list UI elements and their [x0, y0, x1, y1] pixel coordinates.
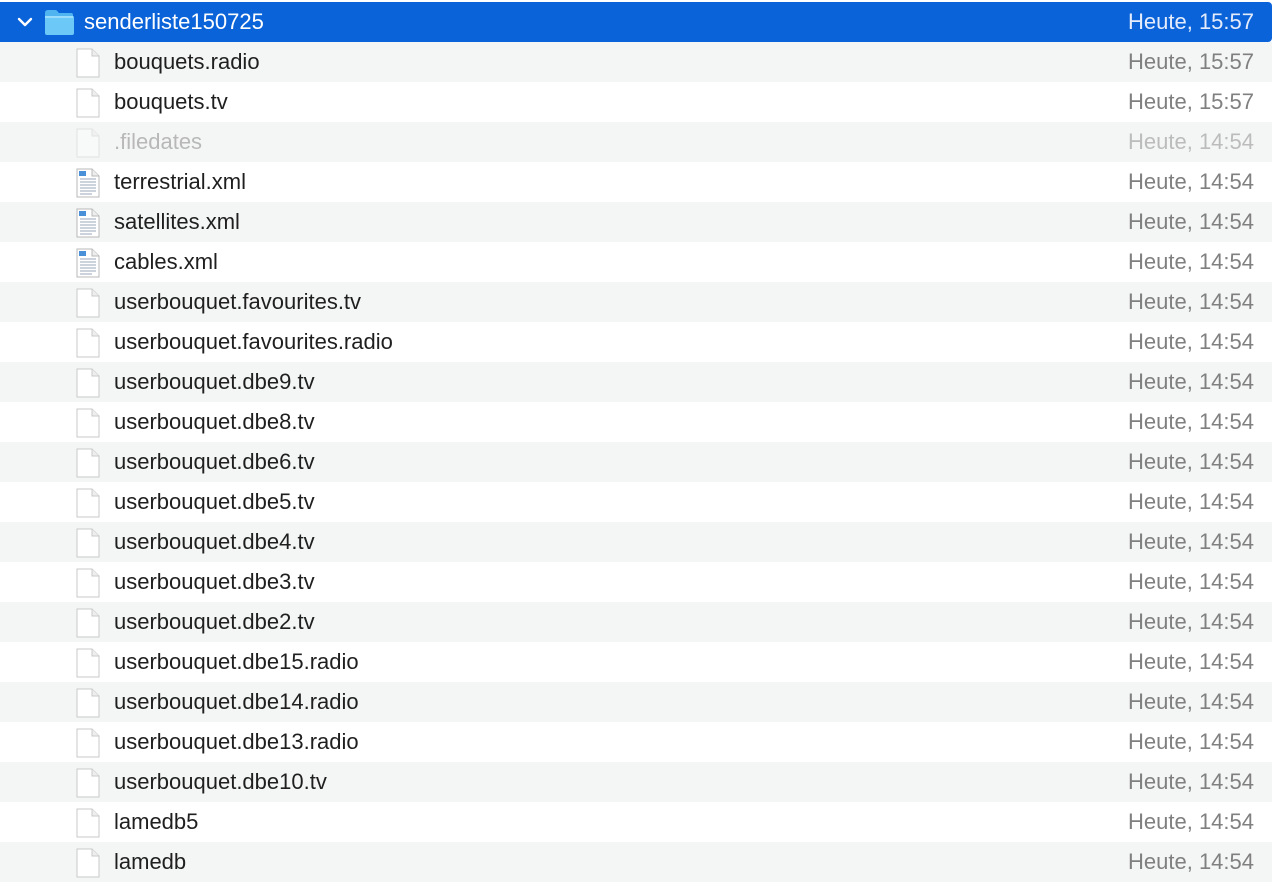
file-name: lamedb5: [114, 809, 199, 834]
file-date-modified: Heute, 14:54: [1128, 769, 1254, 794]
folder-icon: [43, 8, 75, 38]
file-row[interactable]: userbouquet.dbe4.tv Heute, 14:54: [0, 522, 1272, 562]
file-date-modified: Heute, 14:54: [1128, 329, 1254, 354]
generic-document-icon: [74, 848, 102, 878]
generic-document-icon: [74, 608, 102, 638]
file-name: userbouquet.dbe10.tv: [114, 769, 327, 794]
file-name: .filedates: [114, 129, 203, 154]
xml-document-icon: [74, 248, 102, 278]
file-date-modified: Heute, 14:54: [1128, 169, 1254, 194]
generic-document-icon: [74, 88, 102, 118]
file-date-modified: Heute, 14:54: [1128, 209, 1254, 234]
generic-document-icon: [74, 408, 102, 438]
file-row[interactable]: userbouquet.dbe9.tv Heute, 14:54: [0, 362, 1272, 402]
generic-document-icon: [74, 528, 102, 558]
file-row[interactable]: userbouquet.dbe6.tv Heute, 14:54: [0, 442, 1272, 482]
file-date-modified: Heute, 14:54: [1128, 729, 1254, 754]
file-name: satellites.xml: [114, 209, 240, 234]
generic-document-icon: [74, 808, 102, 838]
file-row[interactable]: userbouquet.favourites.radio Heute, 14:54: [0, 322, 1272, 362]
file-name: userbouquet.dbe14.radio: [114, 689, 359, 714]
file-row[interactable]: lamedb Heute, 14:54: [0, 842, 1272, 882]
file-name: userbouquet.dbe3.tv: [114, 569, 315, 594]
file-date-modified: Heute, 14:54: [1128, 609, 1254, 634]
file-row[interactable]: terrestrial.xml Heute, 14:54: [0, 162, 1272, 202]
file-date-modified: Heute, 14:54: [1128, 529, 1254, 554]
file-name: userbouquet.dbe6.tv: [114, 449, 315, 474]
file-date-modified: Heute, 14:54: [1128, 289, 1254, 314]
file-name: cables.xml: [114, 249, 218, 274]
file-row[interactable]: userbouquet.favourites.tv Heute, 14:54: [0, 282, 1272, 322]
file-name: userbouquet.dbe13.radio: [114, 729, 359, 754]
file-date-modified: Heute, 15:57: [1128, 49, 1254, 74]
file-date-modified: Heute, 14:54: [1128, 849, 1254, 874]
file-date-modified: Heute, 14:54: [1128, 249, 1254, 274]
generic-document-icon: [74, 128, 102, 158]
file-name: bouquets.tv: [114, 89, 228, 114]
file-date-modified: Heute, 14:54: [1128, 809, 1254, 834]
file-row[interactable]: userbouquet.dbe15.radio Heute, 14:54: [0, 642, 1272, 682]
file-row[interactable]: satellites.xml Heute, 14:54: [0, 202, 1272, 242]
file-date-modified: Heute, 14:54: [1128, 409, 1254, 434]
file-date-modified: Heute, 14:54: [1128, 369, 1254, 394]
xml-document-icon: [74, 208, 102, 238]
file-name: userbouquet.dbe4.tv: [114, 529, 315, 554]
file-row[interactable]: userbouquet.dbe5.tv Heute, 14:54: [0, 482, 1272, 522]
generic-document-icon: [74, 448, 102, 478]
file-date-modified: Heute, 14:54: [1128, 129, 1254, 154]
file-row[interactable]: userbouquet.dbe8.tv Heute, 14:54: [0, 402, 1272, 442]
chevron-down-icon[interactable]: [16, 13, 34, 31]
folder-row-senderliste150725[interactable]: senderliste150725 Heute, 15:57: [0, 2, 1272, 42]
generic-document-icon: [74, 328, 102, 358]
file-name: userbouquet.dbe5.tv: [114, 489, 315, 514]
generic-document-icon: [74, 688, 102, 718]
file-name: terrestrial.xml: [114, 169, 247, 194]
file-row[interactable]: bouquets.radio Heute, 15:57: [0, 42, 1272, 82]
file-date-modified: Heute, 14:54: [1128, 489, 1254, 514]
file-name: userbouquet.dbe9.tv: [114, 369, 315, 394]
file-name: bouquets.radio: [114, 49, 260, 74]
generic-document-icon: [74, 648, 102, 678]
file-row[interactable]: bouquets.tv Heute, 15:57: [0, 82, 1272, 122]
file-date-modified: Heute, 14:54: [1128, 449, 1254, 474]
generic-document-icon: [74, 728, 102, 758]
folder-date-modified: Heute, 15:57: [1128, 9, 1254, 34]
file-name: userbouquet.favourites.tv: [114, 289, 362, 314]
folder-name: senderliste150725: [84, 9, 264, 34]
file-row[interactable]: .filedates Heute, 14:54: [0, 122, 1272, 162]
file-name: lamedb: [114, 849, 187, 874]
file-row[interactable]: userbouquet.dbe2.tv Heute, 14:54: [0, 602, 1272, 642]
file-name: userbouquet.dbe15.radio: [114, 649, 359, 674]
file-list: senderliste150725 Heute, 15:57 bouquets.…: [0, 2, 1272, 882]
generic-document-icon: [74, 368, 102, 398]
generic-document-icon: [74, 768, 102, 798]
file-row[interactable]: userbouquet.dbe14.radio Heute, 14:54: [0, 682, 1272, 722]
file-name: userbouquet.favourites.radio: [114, 329, 393, 354]
file-row[interactable]: lamedb5 Heute, 14:54: [0, 802, 1272, 842]
generic-document-icon: [74, 48, 102, 78]
file-row[interactable]: cables.xml Heute, 14:54: [0, 242, 1272, 282]
file-row[interactable]: userbouquet.dbe3.tv Heute, 14:54: [0, 562, 1272, 602]
file-name: userbouquet.dbe2.tv: [114, 609, 315, 634]
file-date-modified: Heute, 14:54: [1128, 569, 1254, 594]
file-date-modified: Heute, 14:54: [1128, 689, 1254, 714]
file-name: userbouquet.dbe8.tv: [114, 409, 315, 434]
xml-document-icon: [74, 168, 102, 198]
file-row[interactable]: userbouquet.dbe10.tv Heute, 14:54: [0, 762, 1272, 802]
generic-document-icon: [74, 488, 102, 518]
file-row[interactable]: userbouquet.dbe13.radio Heute, 14:54: [0, 722, 1272, 762]
generic-document-icon: [74, 568, 102, 598]
file-date-modified: Heute, 14:54: [1128, 649, 1254, 674]
generic-document-icon: [74, 288, 102, 318]
file-date-modified: Heute, 15:57: [1128, 89, 1254, 114]
